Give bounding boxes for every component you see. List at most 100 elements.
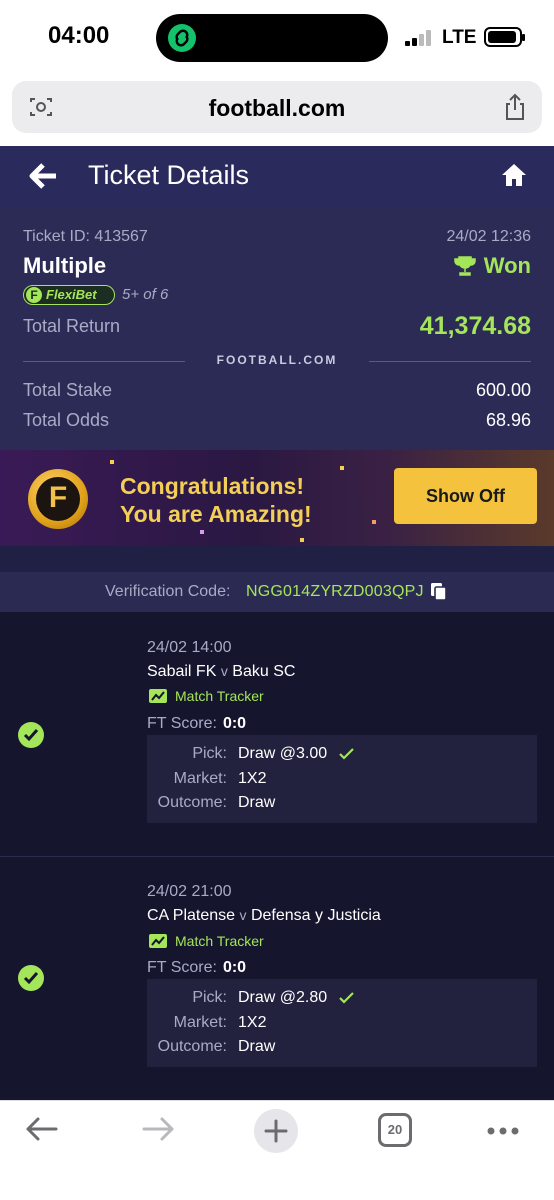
ft-score: FT Score: 0:0 xyxy=(147,959,246,977)
status-text: Won xyxy=(483,253,531,278)
win-check-icon xyxy=(18,965,44,991)
copy-icon[interactable] xyxy=(430,582,448,607)
pick-check-icon xyxy=(339,747,355,765)
browser-bottom-bar: 20 xyxy=(0,1100,554,1200)
verification-code: NGG014ZYRZD003QPJ xyxy=(246,583,424,600)
flexibet-label: FlexiBet xyxy=(46,287,97,302)
outcome-label: Outcome: xyxy=(157,1038,227,1055)
tracker-label: Match Tracker xyxy=(175,688,264,704)
congrats-line-1: Congratulations! xyxy=(120,473,304,499)
flexibet-row: F FlexiBet 5+ of 6 xyxy=(23,285,531,305)
brand-divider: FOOTBALL.COM xyxy=(23,353,531,371)
brand-watermark: FOOTBALL.COM xyxy=(216,353,338,367)
outcome-value: Draw xyxy=(238,794,276,811)
browser-toolbar: football.com xyxy=(0,76,554,146)
ticket-datetime: 24/02 12:36 xyxy=(446,228,531,245)
ticket-summary: Ticket ID: 413567 24/02 12:36 Multiple W… xyxy=(0,208,554,450)
pick-value: Draw @2.80 xyxy=(238,989,328,1006)
away-team: Baku SC xyxy=(232,663,296,680)
page-title: Ticket Details xyxy=(88,160,250,190)
battery-icon xyxy=(484,27,525,47)
status-bar: 04:00 LTE xyxy=(0,0,554,76)
chart-icon xyxy=(149,689,167,703)
ft-value: 0:0 xyxy=(222,959,247,976)
home-team: Sabail FK xyxy=(147,663,217,680)
selection-card: 24/02 21:00 CA Platense v Defensa y Just… xyxy=(0,856,554,1100)
versus-label: v xyxy=(239,907,247,923)
ft-label: FT Score: xyxy=(147,959,217,976)
market-label: Market: xyxy=(173,1014,227,1031)
status-time: 04:00 xyxy=(48,22,110,49)
signal-icon xyxy=(405,30,435,46)
match-datetime: 24/02 14:00 xyxy=(147,639,232,656)
total-stake-value: 600.00 xyxy=(475,380,531,400)
ft-value: 0:0 xyxy=(222,715,247,732)
selection-card: 24/02 14:00 Sabail FK v Baku SC Match Tr… xyxy=(0,612,554,856)
football-logo-icon: F xyxy=(28,469,88,529)
ticket-type-row: Multiple Won xyxy=(23,253,531,279)
home-icon[interactable] xyxy=(500,162,528,193)
congrats-text: Congratulations! You are Amazing! xyxy=(120,472,312,528)
total-return-label: Total Return xyxy=(23,316,121,336)
pick-label: Pick: xyxy=(192,989,227,1006)
ft-label: FT Score: xyxy=(147,715,217,732)
congrats-banner: F Congratulations! You are Amazing! Show… xyxy=(0,450,554,546)
home-team: CA Platense xyxy=(147,907,236,924)
match-datetime: 24/02 21:00 xyxy=(147,883,232,900)
more-icon[interactable] xyxy=(486,1123,520,1141)
address-bar[interactable]: football.com xyxy=(12,81,542,133)
outcome-value: Draw xyxy=(238,1038,276,1055)
versus-label: v xyxy=(220,663,228,679)
tracker-label: Match Tracker xyxy=(175,933,264,949)
tabs-button[interactable]: 20 xyxy=(378,1113,412,1147)
pick-label: Pick: xyxy=(192,745,227,762)
congrats-line-2: You are Amazing! xyxy=(120,501,312,527)
total-stake-row: Total Stake 600.00 xyxy=(23,380,531,401)
match-teams[interactable]: Sabail FK v Baku SC xyxy=(147,663,295,681)
plus-icon xyxy=(264,1119,288,1143)
market-value: 1X2 xyxy=(238,1014,267,1031)
market-value: 1X2 xyxy=(238,770,267,787)
ticket-id: Ticket ID: 413567 xyxy=(23,228,148,245)
market-label: Market: xyxy=(173,770,227,787)
outcome-label: Outcome: xyxy=(157,794,227,811)
match-teams[interactable]: CA Platense v Defensa y Justicia xyxy=(147,907,381,925)
flexibet-logo-icon: F xyxy=(26,287,42,303)
app-header: Ticket Details xyxy=(0,146,554,208)
win-check-icon xyxy=(18,722,44,748)
flexibet-count: 5+ of 6 xyxy=(122,286,169,303)
link-app-icon xyxy=(168,24,196,52)
dynamic-island xyxy=(156,14,388,62)
away-team: Defensa y Justicia xyxy=(250,907,381,924)
verification-label: Verification Code: xyxy=(105,583,231,600)
total-odds-label: Total Odds xyxy=(23,410,110,430)
forward-icon[interactable] xyxy=(142,1113,176,1150)
total-odds-row: Total Odds 68.96 xyxy=(23,410,531,431)
pick-value: Draw @3.00 xyxy=(238,745,328,762)
network-label: LTE xyxy=(442,27,477,48)
total-stake-label: Total Stake xyxy=(23,380,113,400)
match-tracker-link[interactable]: Match Tracker xyxy=(149,688,264,704)
total-return-value: 41,374.68 xyxy=(419,312,531,340)
new-tab-button[interactable] xyxy=(254,1109,298,1153)
pick-details: Pick: Draw @3.00 Market: 1X2 Outcome: Dr… xyxy=(147,735,537,823)
total-return-row: Total Return 41,374.68 xyxy=(23,312,531,340)
url-text[interactable]: football.com xyxy=(12,95,542,122)
ticket-status: Won xyxy=(454,253,531,279)
back-icon[interactable] xyxy=(24,1113,58,1150)
trophy-icon xyxy=(454,256,476,276)
match-tracker-link[interactable]: Match Tracker xyxy=(149,933,264,949)
pick-check-icon xyxy=(339,991,355,1009)
flexibet-badge: F FlexiBet xyxy=(23,285,115,305)
back-arrow-icon[interactable] xyxy=(28,162,58,195)
chart-icon xyxy=(149,934,167,948)
ft-score: FT Score: 0:0 xyxy=(147,715,246,733)
verification-row: Verification Code: NGG014ZYRZD003QPJ xyxy=(0,572,554,612)
pick-details: Pick: Draw @2.80 Market: 1X2 Outcome: Dr… xyxy=(147,979,537,1067)
spacer xyxy=(0,546,554,572)
ticket-id-row: Ticket ID: 413567 24/02 12:36 xyxy=(23,228,531,246)
total-odds-value: 68.96 xyxy=(485,410,531,430)
share-icon[interactable] xyxy=(504,93,526,126)
ticket-type: Multiple xyxy=(23,253,107,278)
show-off-button[interactable]: Show Off xyxy=(394,468,537,524)
